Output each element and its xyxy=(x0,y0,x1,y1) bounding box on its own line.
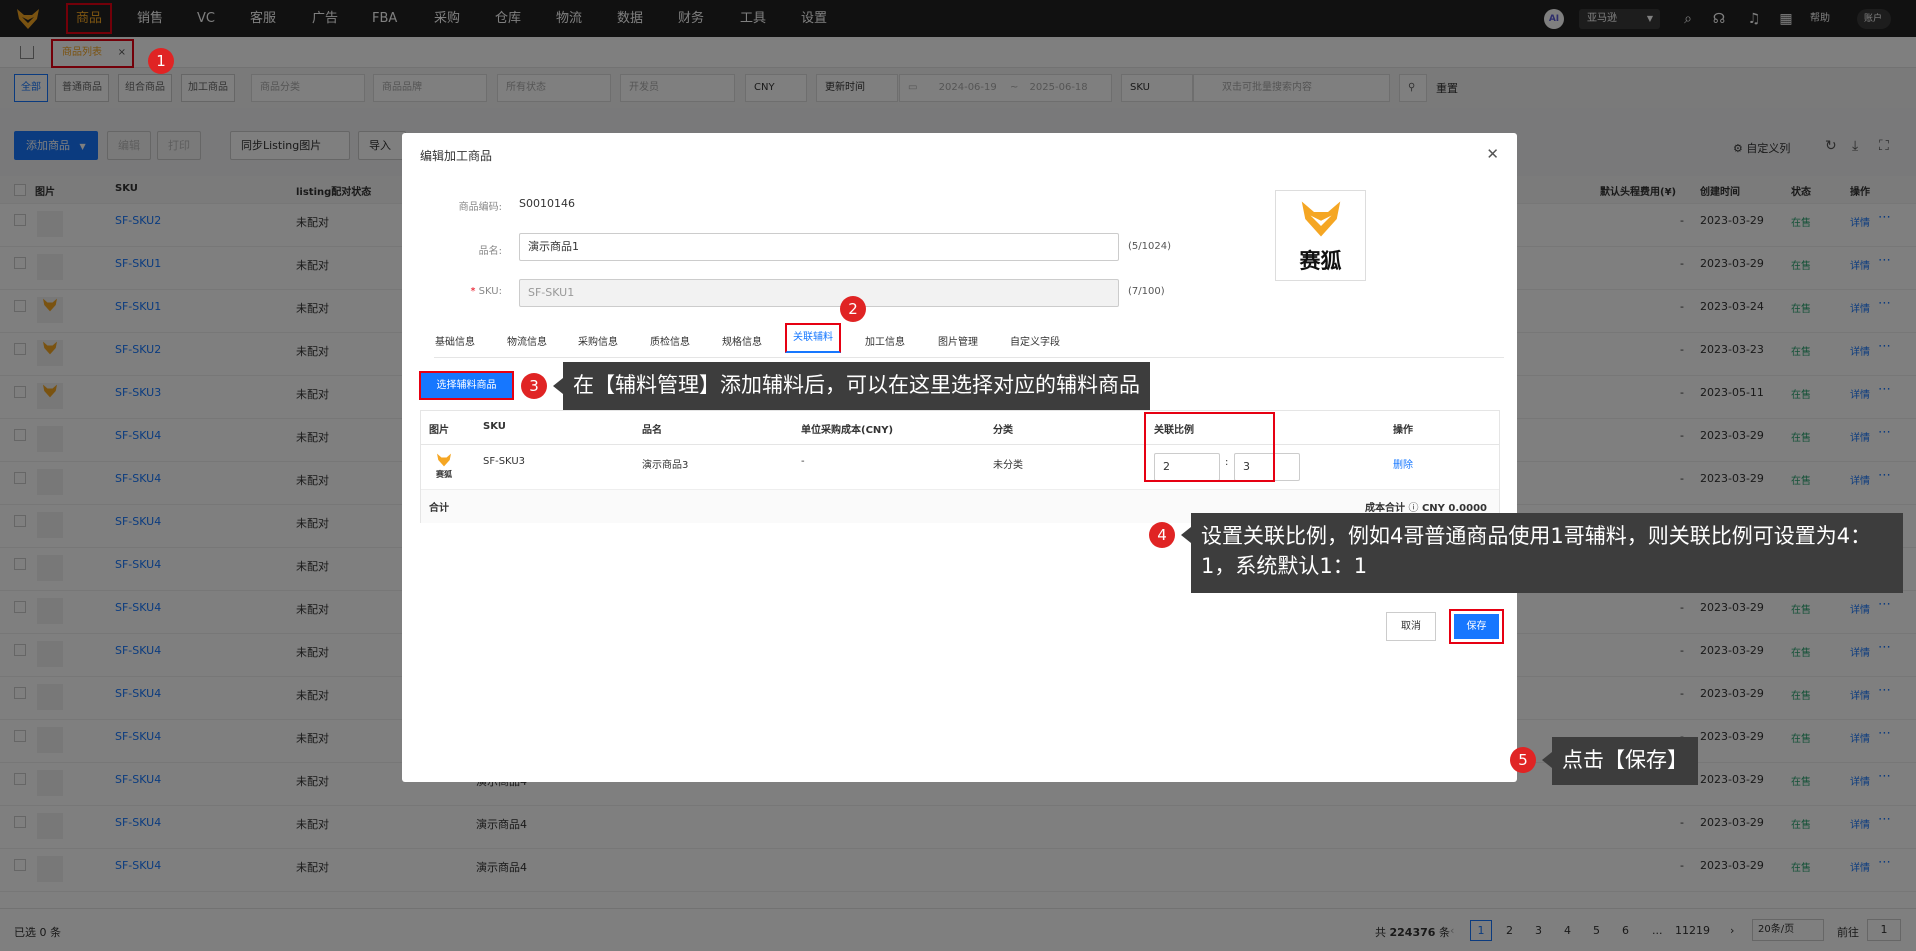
material-table: 图片 SKU 品名 单位采购成本(CNY) 分类 关联比例 操作 赛狐 SF-S… xyxy=(420,410,1500,523)
logo-text: 赛狐 xyxy=(1299,249,1342,273)
step-badge-3: 3 xyxy=(521,373,547,399)
tab-logistics[interactable]: 物流信息 xyxy=(507,333,547,348)
summary-label: 合计 xyxy=(429,503,449,514)
tab-processing[interactable]: 加工信息 xyxy=(865,333,905,348)
name-label: 品名: xyxy=(478,246,502,257)
tab-divider xyxy=(434,357,1504,358)
material-category: 未分类 xyxy=(993,460,1023,471)
code-label: 商品编码: xyxy=(458,202,502,213)
mh-cost: 单位采购成本(CNY) xyxy=(801,425,894,436)
mh-name: 品名 xyxy=(642,425,662,436)
material-row: 赛狐 SF-SKU3 演示商品3 - 未分类 2 : 3 删除 xyxy=(421,445,1499,490)
ratio-highlight-box xyxy=(1144,412,1275,482)
mh-category: 分类 xyxy=(993,425,1013,436)
save-button[interactable]: 保存 xyxy=(1449,609,1504,644)
tab-images[interactable]: 图片管理 xyxy=(938,333,978,348)
cost-total: 成本合计 ⓘ CNY 0.0000 xyxy=(1365,499,1487,514)
save-label: 保存 xyxy=(1454,614,1499,639)
material-image: 赛狐 xyxy=(429,451,459,483)
sku-label: * SKU: xyxy=(470,286,502,297)
material-logo-text: 赛狐 xyxy=(436,470,452,479)
fox-logo-icon xyxy=(437,453,451,467)
callout-3: 在【辅料管理】添加辅料后，可以在这里选择对应的辅料商品 xyxy=(563,362,1150,410)
cancel-button[interactable]: 取消 xyxy=(1386,612,1436,641)
delete-link[interactable]: 删除 xyxy=(1393,456,1413,471)
sku-count: (7/100) xyxy=(1128,286,1165,297)
name-count: (5/1024) xyxy=(1128,241,1171,252)
tab-quality[interactable]: 质检信息 xyxy=(650,333,690,348)
callout-arrow xyxy=(553,378,563,394)
tab-custom-fields[interactable]: 自定义字段 xyxy=(1010,333,1060,348)
callout-arrow xyxy=(1542,752,1552,768)
step-badge-2: 2 xyxy=(840,296,866,322)
sku-label-text: SKU: xyxy=(478,286,502,297)
mh-sku: SKU xyxy=(483,421,506,432)
step-badge-5: 5 xyxy=(1510,747,1536,773)
sku-input[interactable]: SF-SKU1 xyxy=(519,279,1119,307)
tab-basic[interactable]: 基础信息 xyxy=(435,333,475,348)
material-cost: - xyxy=(801,456,805,467)
tab-spec[interactable]: 规格信息 xyxy=(722,333,762,348)
callout-5: 点击【保存】 xyxy=(1552,737,1698,785)
name-input[interactable]: 演示商品1 xyxy=(519,233,1119,261)
dialog-title: 编辑加工商品 xyxy=(420,149,493,163)
callout-4: 设置关联比例，例如4哥普通商品使用1哥辅料，则关联比例可设置为4：1，系统默认1… xyxy=(1191,513,1903,593)
material-sku: SF-SKU3 xyxy=(483,456,526,467)
step-badge-4: 4 xyxy=(1149,522,1175,548)
select-material-button[interactable]: 选择辅料商品 xyxy=(419,371,514,400)
code-value: S0010146 xyxy=(519,197,575,210)
tab-purchase[interactable]: 采购信息 xyxy=(578,333,618,348)
product-image[interactable]: 赛狐 xyxy=(1275,190,1366,281)
mh-image: 图片 xyxy=(429,425,449,436)
material-name: 演示商品3 xyxy=(642,460,689,471)
callout-arrow xyxy=(1181,527,1191,543)
step-badge-1: 1 xyxy=(148,48,174,74)
edit-processed-product-dialog: 编辑加工商品 ✕ 商品编码: S0010146 品名: 演示商品1 (5/102… xyxy=(402,133,1517,782)
mh-ops: 操作 xyxy=(1393,425,1413,436)
material-table-header: 图片 SKU 品名 单位采购成本(CNY) 分类 关联比例 操作 xyxy=(421,411,1499,445)
fox-logo-icon xyxy=(1301,201,1341,237)
close-icon[interactable]: ✕ xyxy=(1486,145,1499,163)
tab-linked-materials[interactable]: 关联辅料 xyxy=(785,323,841,353)
